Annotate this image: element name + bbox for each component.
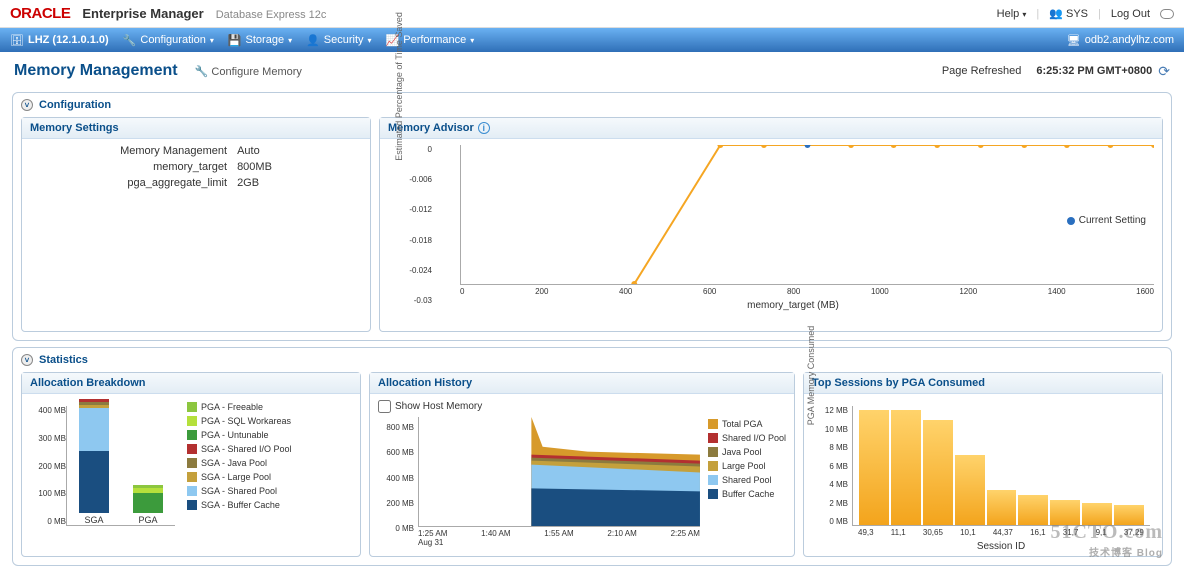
chevron-down-icon: ˅ — [21, 99, 33, 111]
statistics-toggle[interactable]: ˅ Statistics — [15, 352, 1169, 368]
logout-link[interactable]: Log Out — [1111, 8, 1150, 20]
host-indicator: 🖥 odb2.andylhz.com — [1067, 34, 1174, 47]
nav-configuration[interactable]: 🔧 Configuration ▾ — [123, 34, 214, 47]
allocation-breakdown-chart: 400 MB300 MB200 MB100 MB0 MB SGA — [30, 400, 179, 550]
configuration-section: ˅ Configuration Memory Settings Memory M… — [12, 92, 1172, 341]
page-refresh-info: Page Refreshed 6:25:32 PM GMT+0800 ⟳ — [942, 63, 1170, 80]
oracle-logo: ORACLE — [10, 5, 70, 22]
chevron-down-icon: ˅ — [21, 354, 33, 366]
allocation-breakdown-legend: PGA - FreeablePGA - SQL WorkareasPGA - U… — [187, 400, 292, 550]
allocation-history-chart: 800 MB600 MB400 MB200 MB0 MB 1 — [378, 417, 700, 547]
page-header: Memory Management 🔧 Configure Memory Pag… — [0, 52, 1184, 86]
allocation-history-title: Allocation History — [370, 373, 794, 394]
top-sessions-chart: PGA Memory Consumed 12 MB10 MB8 MB6 MB4 … — [812, 400, 1154, 550]
brand-pill-icon — [1160, 9, 1174, 19]
memory-advisor-panel: Memory Advisori Estimated Percentage of … — [379, 117, 1163, 332]
top-bar: ORACLE Enterprise Manager Database Expre… — [0, 0, 1184, 28]
refresh-icon[interactable]: ⟳ — [1158, 63, 1170, 80]
page-title: Memory Management — [14, 62, 178, 79]
memory-advisor-chart: Estimated Percentage of Time Saved 0-0.0… — [396, 145, 1154, 325]
allocation-breakdown-title: Allocation Breakdown — [22, 373, 360, 394]
nav-storage[interactable]: 💾 Storage ▾ — [228, 34, 292, 47]
help-link[interactable]: Help ▾ — [997, 8, 1027, 20]
statistics-section: ˅ Statistics Allocation Breakdown 400 MB… — [12, 347, 1172, 566]
configure-memory-link[interactable]: 🔧 Configure Memory — [195, 66, 302, 78]
memory-settings-table: Memory ManagementAuto memory_target800MB… — [30, 145, 362, 189]
product-title: Enterprise Manager — [82, 6, 203, 21]
allocation-history-panel: Allocation History Show Host Memory 800 … — [369, 372, 795, 557]
top-sessions-title: Top Sessions by PGA Consumed — [804, 373, 1162, 394]
allocation-history-legend: Total PGAShared I/O PoolJava PoolLarge P… — [708, 417, 786, 547]
product-subtitle: Database Express 12c — [216, 9, 327, 21]
user-menu[interactable]: 👥 SYS — [1049, 7, 1088, 20]
top-sessions-panel: Top Sessions by PGA Consumed PGA Memory … — [803, 372, 1163, 557]
database-selector[interactable]: 🗄 LHZ (12.1.0.1.0) — [10, 34, 109, 47]
nav-security[interactable]: 👤 Security ▾ — [306, 34, 371, 47]
memory-settings-title: Memory Settings — [22, 118, 370, 139]
allocation-breakdown-panel: Allocation Breakdown 400 MB300 MB200 MB1… — [21, 372, 361, 557]
show-host-memory-checkbox[interactable]: Show Host Memory — [378, 400, 786, 413]
configuration-toggle[interactable]: ˅ Configuration — [15, 97, 1169, 113]
memory-advisor-legend: Current Setting — [1067, 215, 1146, 226]
info-icon[interactable]: i — [478, 122, 490, 134]
memory-advisor-title: Memory Advisori — [380, 118, 1162, 139]
nav-bar: 🗄 LHZ (12.1.0.1.0) 🔧 Configuration ▾ 💾 S… — [0, 28, 1184, 52]
memory-settings-panel: Memory Settings Memory ManagementAuto me… — [21, 117, 371, 332]
